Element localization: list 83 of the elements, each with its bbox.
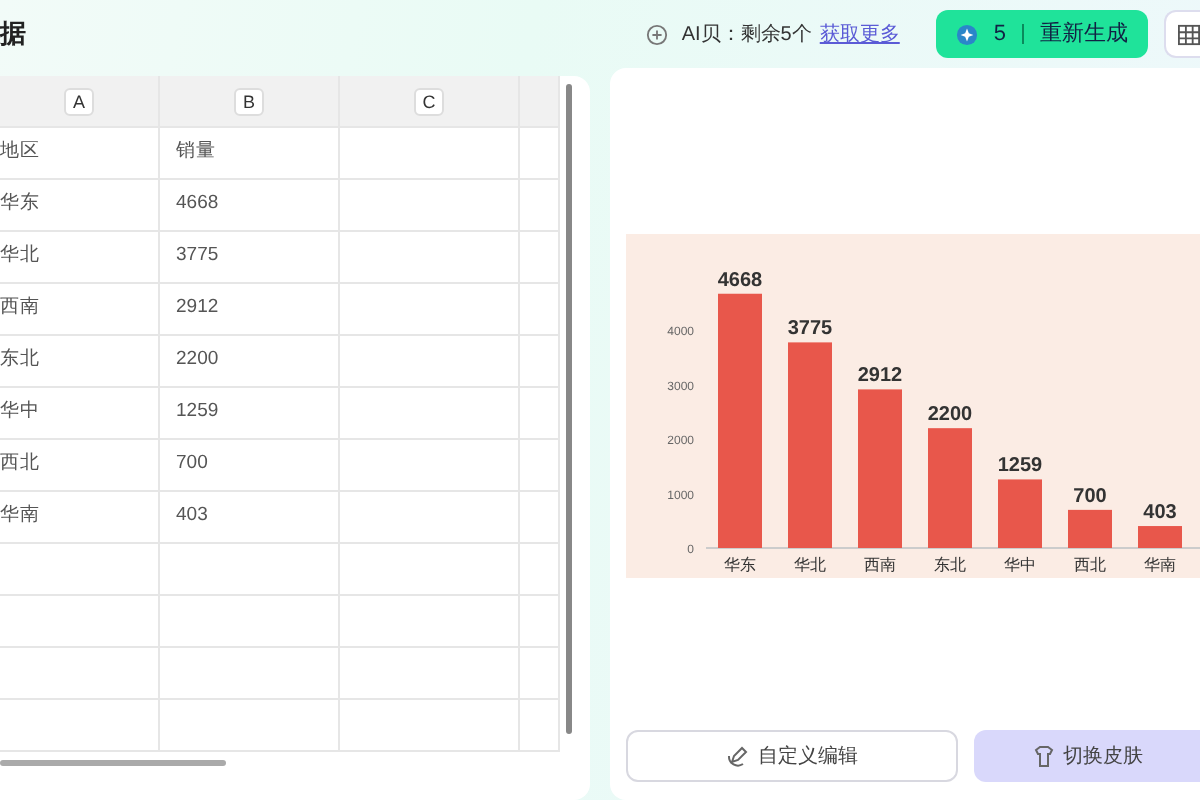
table-cell[interactable]: 华中 <box>0 388 160 440</box>
data-label: 403 <box>1143 502 1177 525</box>
table-cell[interactable] <box>520 440 560 492</box>
table-cell[interactable]: 1259 <box>160 388 340 440</box>
scrollbar[interactable] <box>566 84 572 734</box>
table-cell[interactable] <box>340 544 520 596</box>
column-letter: A <box>64 87 93 115</box>
table-cell[interactable]: 华南 <box>0 492 160 544</box>
category-label: 华中 <box>1004 556 1036 574</box>
data-label: 700 <box>1073 485 1107 508</box>
table-cell[interactable] <box>340 492 520 544</box>
table-cell[interactable] <box>520 128 560 180</box>
regenerate-button[interactable]: 5 重新生成 <box>935 10 1148 58</box>
data-label: 1259 <box>997 455 1043 478</box>
table-cell[interactable] <box>520 648 560 700</box>
table-cell[interactable] <box>520 284 560 336</box>
table-cell[interactable] <box>520 180 560 232</box>
table-view-button[interactable] <box>1164 10 1200 58</box>
data-label: 3775 <box>787 318 833 341</box>
table-cell[interactable] <box>0 648 160 700</box>
table-cell[interactable] <box>340 388 520 440</box>
table-cell[interactable] <box>340 440 520 492</box>
table-cell[interactable] <box>340 700 520 752</box>
switch-skin-button[interactable]: 切换皮肤 <box>974 730 1200 782</box>
table-cell[interactable]: 东北 <box>0 336 160 388</box>
table-cell[interactable] <box>520 388 560 440</box>
table-cell[interactable] <box>520 336 560 388</box>
table-cell[interactable] <box>520 544 560 596</box>
table-cell[interactable]: 华东 <box>0 180 160 232</box>
credits-text: AI贝：剩余5个 <box>681 21 812 49</box>
skin-icon <box>1031 744 1055 768</box>
column-letter: B <box>234 87 263 115</box>
table-cell[interactable] <box>160 596 340 648</box>
category-label: 华南 <box>1144 556 1176 574</box>
scrollbar[interactable] <box>0 760 226 766</box>
category-label: 西北 <box>1074 556 1106 574</box>
table-cell[interactable] <box>340 232 520 284</box>
data-label: 2200 <box>927 404 973 427</box>
table-cell[interactable]: 700 <box>160 440 340 492</box>
column-header[interactable] <box>520 76 560 128</box>
data-label: 4668 <box>717 269 763 292</box>
table-cell[interactable] <box>340 284 520 336</box>
page-title: 据 <box>0 16 26 53</box>
category-label: 华东 <box>724 556 756 574</box>
table-cell[interactable] <box>340 596 520 648</box>
table-cell[interactable] <box>340 648 520 700</box>
table-cell[interactable] <box>520 492 560 544</box>
table-cell[interactable] <box>0 596 160 648</box>
category-label: 东北 <box>934 556 966 574</box>
column-header[interactable]: A <box>0 76 160 128</box>
table-cell[interactable] <box>340 180 520 232</box>
table-cell[interactable]: 销量 <box>160 128 340 180</box>
table-cell[interactable]: 西南 <box>0 284 160 336</box>
column-header[interactable]: B <box>160 76 340 128</box>
table-cell[interactable]: 西北 <box>0 440 160 492</box>
table-icon <box>1178 23 1200 45</box>
data-label: 2912 <box>857 365 903 388</box>
table-cell[interactable] <box>340 336 520 388</box>
category-label: 西南 <box>864 556 896 574</box>
add-icon[interactable] <box>645 23 668 45</box>
table-cell[interactable]: 2200 <box>160 336 340 388</box>
category-label: 华北 <box>794 556 826 574</box>
edit-icon <box>726 744 750 768</box>
column-header[interactable]: C <box>340 76 520 128</box>
custom-edit-button[interactable]: 自定义编辑 <box>626 730 958 782</box>
table-cell[interactable]: 4668 <box>160 180 340 232</box>
table-cell[interactable] <box>0 700 160 752</box>
table-cell[interactable] <box>160 648 340 700</box>
table-cell[interactable] <box>340 128 520 180</box>
table-cell[interactable] <box>0 544 160 596</box>
column-letter: C <box>414 87 444 115</box>
get-more-link[interactable]: 获取更多 <box>819 19 900 49</box>
table-cell[interactable] <box>520 596 560 648</box>
sparkle-icon <box>955 23 978 45</box>
table-cell[interactable] <box>520 232 560 284</box>
table-cell[interactable] <box>160 544 340 596</box>
table-cell[interactable]: 华北 <box>0 232 160 284</box>
table-cell[interactable]: 2912 <box>160 284 340 336</box>
table-cell[interactable]: 403 <box>160 492 340 544</box>
table-cell[interactable]: 地区 <box>0 128 160 180</box>
table-cell[interactable]: 3775 <box>160 232 340 284</box>
table-cell[interactable] <box>520 700 560 752</box>
table-cell[interactable] <box>160 700 340 752</box>
